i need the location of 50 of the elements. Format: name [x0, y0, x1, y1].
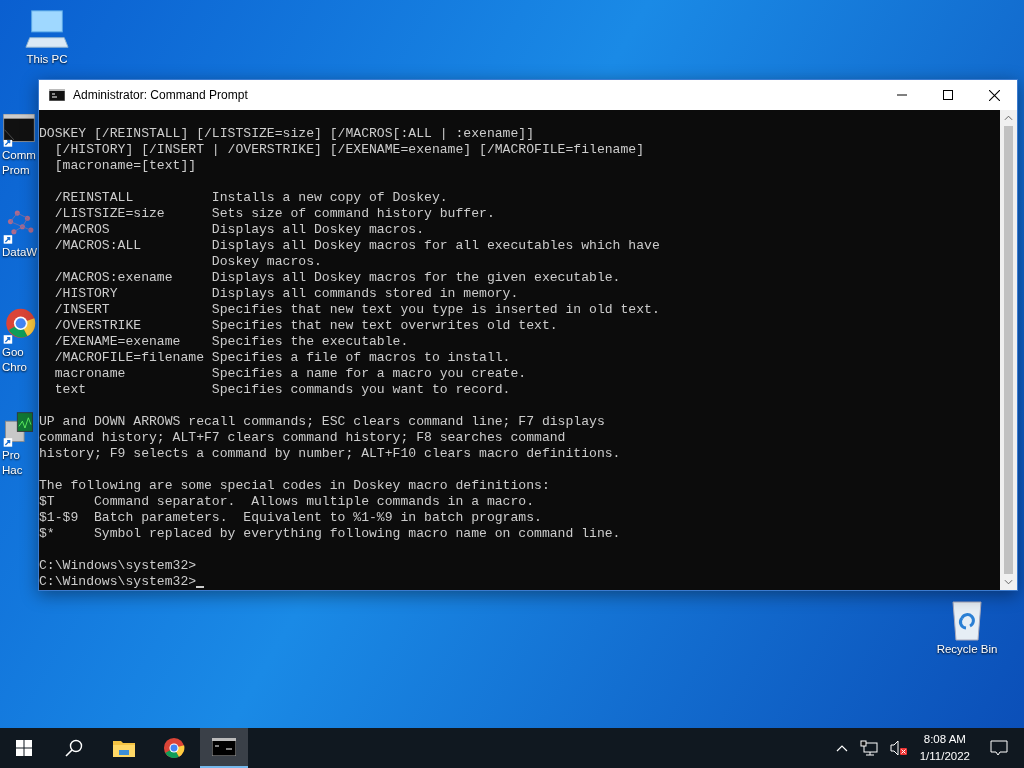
console-line: history; F9 selects a command by number; ALT+F10 clears macro definitions. — [39, 446, 621, 462]
clock[interactable]: 8:08 AM 1/11/2022 — [919, 731, 970, 765]
console-icon — [212, 738, 236, 756]
desktop-icon-label: DataW — [2, 245, 38, 260]
console-line: command history; ALT+F7 clears command history; F8 searches command — [39, 430, 566, 446]
console-line: $1-$9 Batch parameters. Equivalent to %1-%9 in batch programs. — [39, 510, 542, 526]
console-line: UP and DOWN ARROWS recall commands; ESC clears command line; F7 displays — [39, 414, 605, 430]
window-title: Administrator: Command Prompt — [73, 88, 249, 102]
text-cursor — [196, 586, 205, 588]
console-line: The following are some special codes in Doskey macro definitions: — [39, 478, 550, 494]
console-line: /LISTSIZE=size Sets size of command history buffer. — [53, 206, 495, 222]
desktop-icon-label: Comm Prom — [2, 148, 36, 178]
console-line: DOSKEY [/REINSTALL] [/LISTSIZE=size] [/MACROS[:ALL | :exename]] — [39, 126, 535, 142]
console-line: /INSERT Specifies that new text you type is inserted in old text. — [53, 302, 660, 318]
notification-icon[interactable] — [990, 740, 1008, 756]
console-line: /REINSTALL Installs a new copy of Doskey. — [53, 190, 448, 206]
close-icon — [988, 89, 1000, 101]
console-line: /EXENAME=exename Specifies the executable. — [53, 334, 409, 350]
console-line: /MACROFILE=filename Specifies a file of macros to install. — [53, 350, 511, 366]
console-line: /MACROS Displays all Doskey macros. — [53, 222, 425, 238]
desktop-icon-label: Recycle Bin — [936, 642, 998, 657]
search-icon — [65, 739, 83, 757]
console-line: /OVERSTRIKE Specifies that new text overwrites old text. — [53, 318, 558, 334]
volume-icon[interactable] — [889, 740, 908, 756]
console-line: /HISTORY Displays all commands stored in memory. — [53, 286, 519, 302]
console-line: /MACROS:ALL Displays all Doskey macros for all executables which have — [53, 238, 660, 254]
windows-logo-icon — [16, 740, 32, 756]
maximize-icon — [943, 90, 953, 100]
console-line: text Specifies commands you want to record. — [53, 382, 511, 398]
scroll-up-icon[interactable] — [1004, 115, 1013, 121]
desktop-icon-label: This PC — [26, 52, 68, 67]
console-taskbar-button[interactable] — [200, 728, 248, 768]
console-line: Doskey macros. — [210, 254, 322, 270]
console-icon — [49, 89, 65, 101]
folder-icon — [113, 739, 135, 757]
desktop-icon-label: Pro Hac — [2, 448, 23, 478]
chevron-up-icon[interactable] — [835, 744, 848, 752]
scrollbar[interactable] — [1000, 110, 1017, 590]
console-line: [macroname=[text]] — [53, 158, 197, 174]
console-line: $* Symbol replaced by everything following macro name on command line. — [39, 526, 621, 542]
desktop-icon-label: Goo Chro — [2, 345, 27, 375]
console-line: $T Command separator. Allows multiple commands in a macro. — [39, 494, 535, 510]
network-icon[interactable] — [859, 740, 878, 756]
console-line: /MACROS:exename Displays all Doskey macros for the given executable. — [53, 270, 621, 286]
scroll-down-icon[interactable] — [1004, 579, 1013, 585]
browser-icon — [163, 737, 185, 759]
console-line: C:\Windows\system32> — [39, 574, 197, 590]
console-line: [/HISTORY] [/INSERT | /OVERSTRIKE] [/EXENAME=exename] [/MACROFILE=filename] — [53, 142, 645, 158]
console-line: C:\Windows\system32> — [39, 558, 197, 574]
console-line: macroname Specifies a name for a macro you create. — [53, 366, 527, 382]
